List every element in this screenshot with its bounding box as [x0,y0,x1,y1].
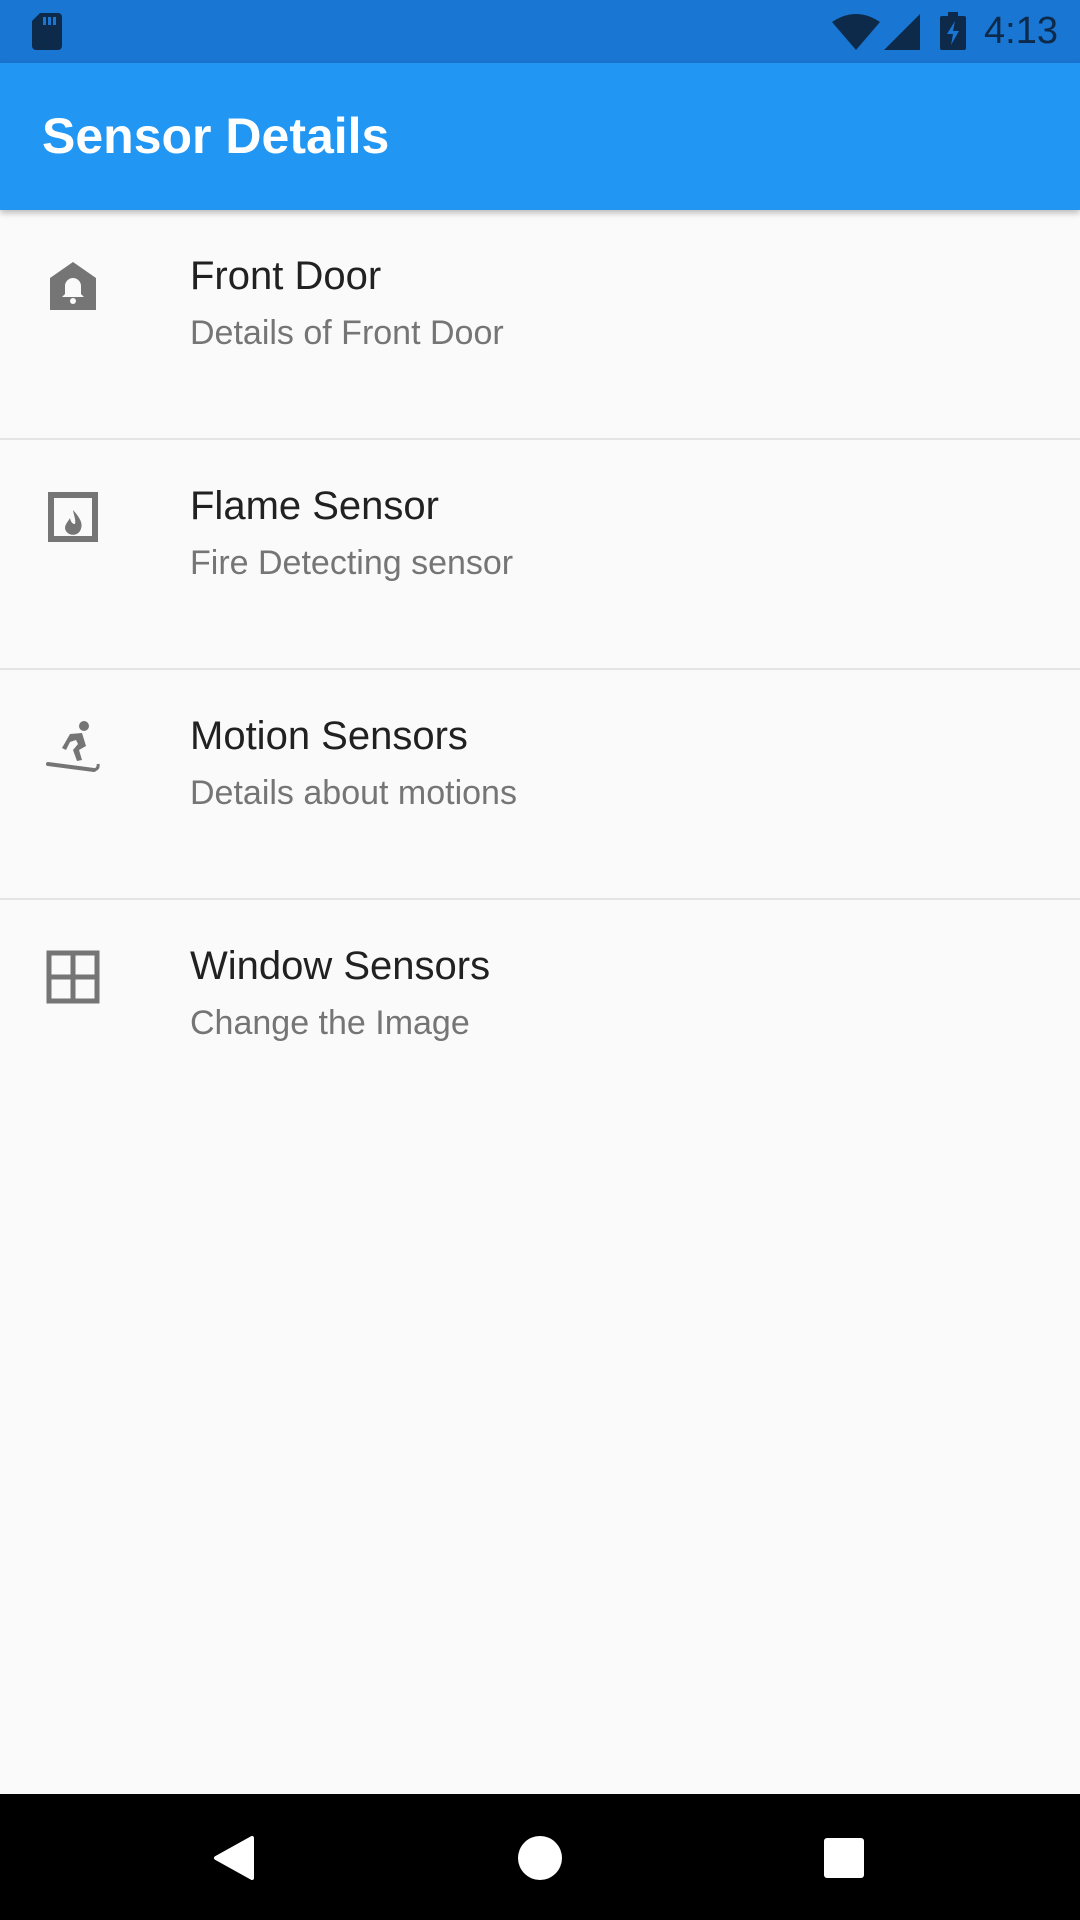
battery-charging-icon [940,12,966,50]
list-item-title: Front Door [190,254,382,298]
list-item-subtitle: Fire Detecting sensor [190,544,514,582]
back-icon[interactable] [208,1830,264,1886]
snowboarding-icon [46,721,100,772]
recents-icon[interactable] [816,1830,872,1886]
list-item-flame-sensor[interactable]: Flame Sensor Fire Detecting sensor [0,440,1080,670]
home-icon[interactable] [512,1830,568,1886]
list-item-window-sensors[interactable]: Window Sensors Change the Image [0,900,1080,1130]
list-item-title: Flame Sensor [190,484,439,528]
status-time: 4:13 [984,10,1058,52]
page-title: Sensor Details [42,108,390,164]
list-item-title: Window Sensors [190,944,491,988]
sd-card-icon [32,13,62,50]
window-icon [46,950,100,1004]
list-item-subtitle: Change the Image [190,1004,470,1042]
status-bar: 4:13 [0,0,1080,63]
fireplace-icon [48,492,98,542]
cell-signal-icon [884,14,920,50]
app-bar: Sensor Details [0,63,1080,210]
list-item-motion-sensors[interactable]: Motion Sensors Details about motions [0,670,1080,900]
list-item-subtitle: Details about motions [190,774,517,812]
list-item-title: Motion Sensors [190,714,468,758]
list-item-front-door[interactable]: Front Door Details of Front Door [0,210,1080,440]
wifi-icon [832,14,880,50]
home-alert-icon [50,262,96,310]
navigation-bar [0,1794,1080,1920]
sensor-list: Front Door Details of Front Door Flame S… [0,210,1080,1130]
list-item-subtitle: Details of Front Door [190,314,504,352]
